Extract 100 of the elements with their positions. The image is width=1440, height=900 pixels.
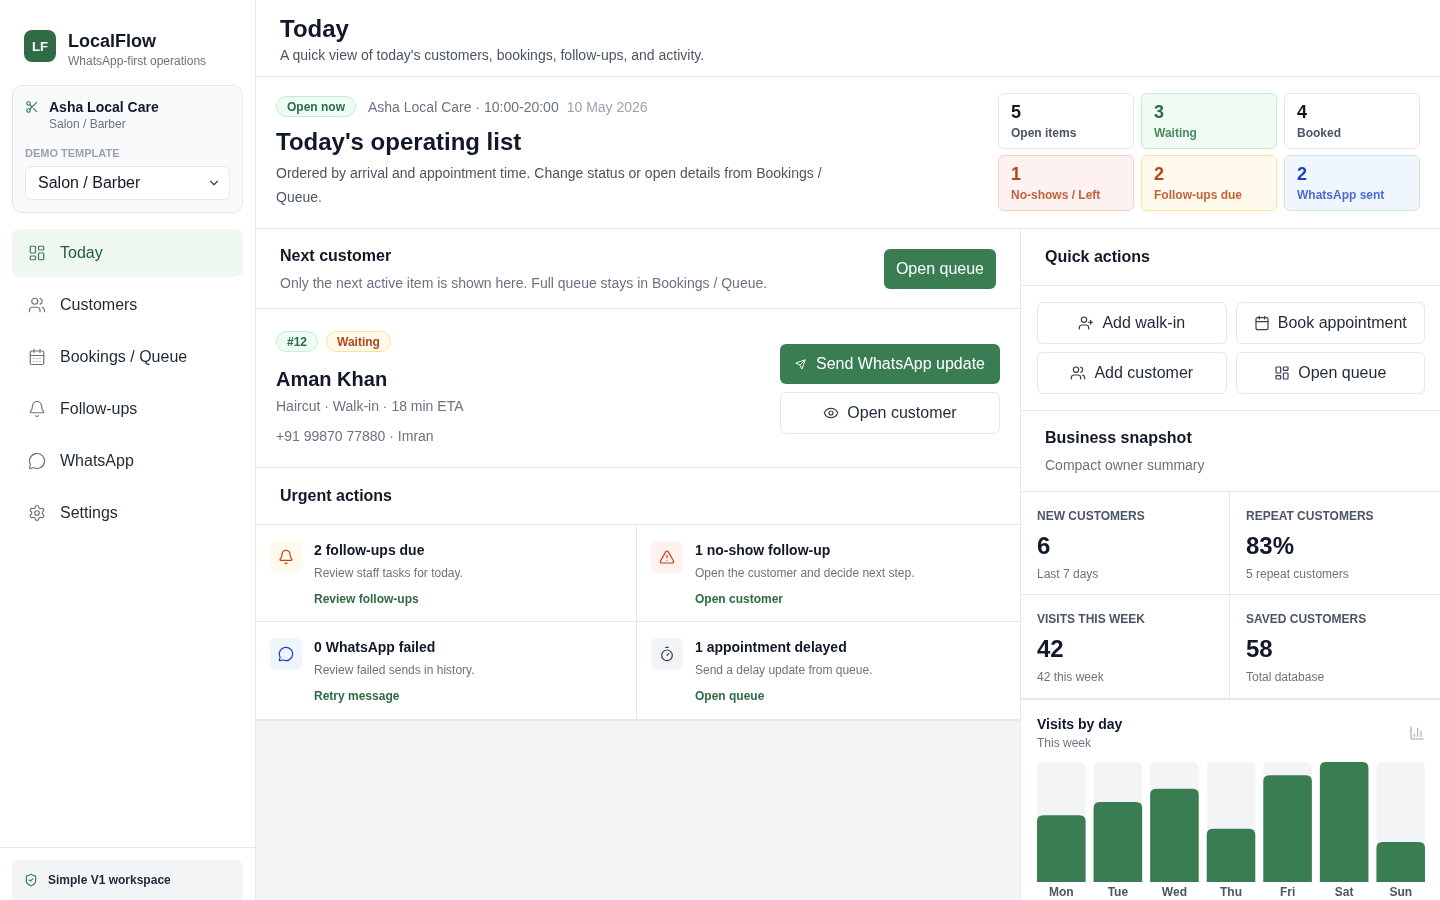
status-badge: Open now — [276, 96, 356, 117]
eye-icon — [823, 405, 840, 421]
open-customer-button[interactable]: Open customer — [780, 392, 1000, 434]
business-hours: Asha Local Care · 10:00-20:00 — [368, 98, 559, 115]
stat-label: Waiting — [1154, 125, 1198, 141]
metric-label: SAVED CUSTOMERS — [1246, 611, 1368, 627]
stat-label: Follow-ups due — [1154, 187, 1243, 203]
action-link[interactable]: Retry message — [314, 688, 400, 704]
metric-value: 83% — [1246, 532, 1296, 560]
send-whatsapp-button[interactable]: Send WhatsApp update — [780, 344, 1000, 384]
metric-label: REPEAT CUSTOMERS — [1246, 508, 1375, 524]
section-heading: Business snapshot — [1045, 428, 1193, 448]
calendar-icon — [28, 348, 46, 366]
action-description: Review failed sends in history. — [314, 662, 475, 678]
metric-label: NEW CUSTOMERS — [1037, 508, 1146, 524]
action-link[interactable]: Review follow-ups — [314, 591, 419, 607]
metric-note: Total database — [1246, 669, 1326, 685]
status-badge: #12 — [276, 331, 319, 352]
calendar-icon — [1253, 315, 1270, 331]
action-title: 2 follow-ups due — [314, 541, 426, 559]
action-description: Review staff tasks for today. — [314, 565, 463, 581]
stat-value: 3 — [1154, 101, 1165, 123]
day-label: Fri — [1279, 884, 1296, 900]
action-link[interactable]: Open customer — [695, 591, 784, 607]
dashboard-icon — [28, 244, 46, 262]
page-subtitle: A quick view of today's customers, bookings, follow-ups, and activity. — [280, 46, 706, 64]
section-description: Ordered by arrival and appointment time. Change status or open details from Bookings / Queue. — [276, 164, 823, 207]
quick-action-button[interactable]: Add walk-in — [1037, 302, 1227, 344]
status-badge: Waiting — [326, 331, 391, 352]
day-label: Wed — [1161, 884, 1187, 900]
stat-label: Booked — [1297, 125, 1342, 141]
stat-value: 4 — [1297, 101, 1308, 123]
workspace-note-title: Simple V1 workspace — [48, 873, 171, 887]
chart-subtitle: This week — [1037, 735, 1093, 751]
stopwatch-icon — [651, 638, 683, 670]
action-description: Open the customer and decide next step. — [695, 565, 915, 581]
day-label: Mon — [1048, 884, 1074, 900]
nav-item[interactable]: Customers — [12, 281, 243, 329]
template-label: DEMO TEMPLATE — [25, 146, 121, 160]
metric-note: 42 this week — [1037, 669, 1105, 685]
nav-item[interactable]: Settings — [12, 489, 243, 537]
section-heading: Quick actions — [1045, 247, 1151, 267]
nav-item[interactable]: WhatsApp — [12, 437, 243, 485]
workspace-name: Asha Local Care — [49, 98, 159, 116]
stat-label: No-shows / Left — [1011, 187, 1102, 203]
day-label: Thu — [1220, 884, 1242, 900]
nav-item[interactable]: Follow-ups — [12, 385, 243, 433]
metric-value: 42 — [1037, 635, 1065, 663]
nav-item[interactable]: Today — [12, 229, 243, 277]
metric-note: Last 7 days — [1037, 566, 1100, 582]
action-title: 1 no-show follow-up — [695, 541, 832, 559]
stat-value: 5 — [1011, 101, 1022, 123]
page-title: Today — [280, 14, 350, 44]
section-heading: Urgent actions — [280, 486, 392, 506]
section-subtitle: Compact owner summary — [1045, 456, 1206, 474]
shield-check-icon — [24, 873, 38, 887]
action-link[interactable]: Open queue — [695, 688, 765, 704]
metric-label: VISITS THIS WEEK — [1037, 611, 1146, 627]
action-description: Send a delay update from queue. — [695, 662, 873, 678]
chat-bubble-icon — [28, 452, 46, 470]
stat-value: 2 — [1154, 163, 1165, 185]
chart-title: Visits by day — [1037, 715, 1123, 733]
day-label: Tue — [1107, 884, 1129, 900]
open-queue-button[interactable]: Open queue — [883, 248, 996, 289]
brand-logo: LF — [24, 30, 56, 62]
metric-value: 58 — [1246, 635, 1274, 663]
users-icon — [28, 296, 46, 314]
metric-note: 5 repeat customers — [1246, 566, 1350, 582]
stat-label: Open items — [1011, 125, 1078, 141]
brand-name: LocalFlow — [68, 30, 157, 52]
quick-action-button[interactable]: Book appointment — [1235, 302, 1425, 344]
stat-value: 2 — [1297, 163, 1308, 185]
settings-icon — [28, 504, 46, 522]
action-title: 1 appointment delayed — [695, 638, 848, 656]
section-subtitle: Only the next active item is shown here. Full queue stays in Bookings / Queue. — [280, 273, 768, 292]
bell-icon — [270, 541, 302, 573]
workspace-type: Salon / Barber — [49, 116, 127, 132]
action-title: 0 WhatsApp failed — [314, 638, 437, 656]
warning-icon — [651, 541, 683, 573]
bar-chart-icon — [1409, 725, 1425, 741]
customer-name: Aman Khan — [276, 367, 389, 392]
customer-details: Haircut · Walk-in · 18 min ETA — [276, 397, 464, 415]
section-title: Today's operating list — [276, 127, 523, 157]
quick-action-button[interactable]: Add customer — [1037, 352, 1227, 394]
quick-action-button[interactable]: Open queue — [1235, 352, 1425, 394]
brand-tagline: WhatsApp-first operations — [68, 53, 207, 69]
scissors-icon — [25, 100, 39, 114]
chat-bubble-icon — [270, 638, 302, 670]
date-text: 10 May 2026 — [566, 98, 648, 115]
stat-label: WhatsApp sent — [1297, 187, 1386, 203]
nav-item[interactable]: Bookings / Queue — [12, 333, 243, 381]
customer-contact: +91 99870 77880 · Imran — [276, 427, 435, 445]
user-plus-icon — [1078, 315, 1095, 331]
day-label: Sun — [1389, 884, 1413, 900]
bell-icon — [28, 400, 46, 418]
users-icon — [1070, 365, 1087, 381]
section-heading: Next customer — [280, 245, 393, 266]
day-label: Sat — [1334, 884, 1354, 900]
template-select[interactable]: Salon / Barber — [25, 166, 230, 200]
stat-value: 1 — [1011, 163, 1022, 185]
